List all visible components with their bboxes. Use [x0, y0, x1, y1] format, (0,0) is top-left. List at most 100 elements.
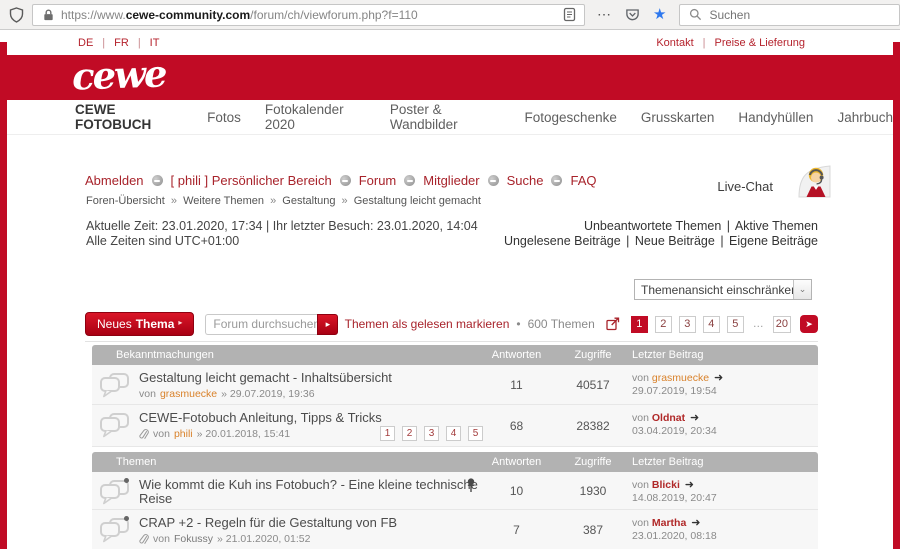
- browser-search-box[interactable]: [679, 4, 900, 26]
- url-bar[interactable]: https://www.cewe-community.com/forum/ch/…: [32, 4, 585, 26]
- reader-mode-icon[interactable]: [563, 7, 576, 22]
- menu-mitglieder[interactable]: Mitglieder: [423, 173, 479, 188]
- mini-page-5[interactable]: 5: [468, 426, 483, 441]
- unread-marker-icon: [124, 516, 129, 521]
- mini-page-3[interactable]: 3: [424, 426, 439, 441]
- topics-table: Themen Antworten Zugriffe Letzter Beitra…: [92, 452, 818, 549]
- pocket-icon[interactable]: [625, 7, 640, 22]
- mini-page-4[interactable]: 4: [446, 426, 461, 441]
- unread-marker-icon: [124, 478, 129, 483]
- new-topic-button[interactable]: Neues Thema ▸: [85, 312, 194, 336]
- live-chat[interactable]: Live-Chat: [717, 162, 832, 198]
- main-navigation: CEWE FOTOBUCH Fotos Fotokalender 2020 Po…: [7, 100, 893, 135]
- lang-fr[interactable]: FR: [114, 37, 129, 49]
- menu-suche[interactable]: Suche: [507, 173, 544, 188]
- breadcrumb-gestaltung[interactable]: Gestaltung: [282, 195, 335, 207]
- tracking-shield-icon[interactable]: [9, 7, 24, 23]
- menu-faq[interactable]: FAQ: [570, 173, 596, 188]
- external-link-icon[interactable]: [606, 317, 620, 331]
- nav-fotokalender[interactable]: Fotokalender 2020: [265, 102, 366, 132]
- topic-view-filter-select[interactable]: Themenansicht einschränken... ⌄: [634, 279, 812, 300]
- views-count: 387: [554, 510, 632, 549]
- last-post-date: 14.08.2019, 20:47: [632, 492, 818, 505]
- cewe-logo[interactable]: cewe: [71, 51, 166, 98]
- session-times: Aktuelle Zeit: 23.01.2020, 17:34 | Ihr l…: [86, 219, 478, 249]
- goto-last-post-icon[interactable]: ➜: [714, 372, 723, 384]
- page-3-button[interactable]: 3: [679, 316, 696, 333]
- views-count: 40517: [554, 365, 632, 404]
- forum-search-input[interactable]: [205, 314, 317, 335]
- menu-forum[interactable]: Forum: [359, 173, 397, 188]
- last-post-author-link[interactable]: Oldnat: [652, 412, 685, 424]
- lang-de[interactable]: DE: [78, 37, 93, 49]
- last-post-author-link[interactable]: grasmuecke: [652, 372, 709, 384]
- goto-last-post-icon[interactable]: ➜: [690, 412, 699, 424]
- mini-page-1[interactable]: 1: [380, 426, 395, 441]
- author-link[interactable]: Fokussy: [174, 533, 213, 545]
- page-actions-icon[interactable]: ⋯: [597, 6, 612, 23]
- mark-topics-read-link[interactable]: Themen als gelesen markieren: [345, 317, 510, 331]
- attachment-icon: [139, 534, 149, 545]
- page-1-button[interactable]: 1: [631, 316, 648, 333]
- link-aktive-themen[interactable]: Aktive Themen: [735, 219, 818, 233]
- kontakt-link[interactable]: Kontakt: [656, 37, 693, 49]
- nav-grusskarten[interactable]: Grusskarten: [641, 110, 715, 125]
- menu-separator-icon: [404, 175, 415, 186]
- lang-it[interactable]: IT: [150, 37, 160, 49]
- link-neue-beitraege[interactable]: Neue Beiträge: [635, 234, 715, 248]
- chevron-down-icon: ⌄: [793, 280, 811, 299]
- breadcrumb-foren-uebersicht[interactable]: Foren-Übersicht: [86, 195, 165, 207]
- topic-bubbles-icon: [100, 518, 130, 549]
- goto-last-post-icon[interactable]: ➜: [691, 517, 700, 529]
- forum-search: ▸: [205, 314, 338, 335]
- forum-actions-bar: Neues Thema ▸ ▸ Themen als gelesen marki…: [85, 311, 818, 337]
- lock-icon[interactable]: [42, 8, 55, 22]
- author-link[interactable]: phili: [174, 428, 193, 440]
- next-page-button[interactable]: ➤: [800, 315, 818, 333]
- brand-banner: cewe: [0, 55, 900, 100]
- page-2-button[interactable]: 2: [655, 316, 672, 333]
- link-eigene-beitraege[interactable]: Eigene Beiträge: [729, 234, 818, 248]
- nav-cewe-fotobuch[interactable]: CEWE FOTOBUCH: [75, 102, 183, 132]
- breadcrumb-weitere-themen[interactable]: Weitere Themen: [183, 195, 264, 207]
- url-domain: cewe-community.com: [126, 8, 250, 22]
- link-ungelesene-beitraege[interactable]: Ungelesene Beiträge: [504, 234, 621, 248]
- last-post-date: 29.07.2019, 19:54: [632, 385, 818, 398]
- nav-jahrbuch[interactable]: Jahrbuch: [837, 110, 893, 125]
- topic-title-link[interactable]: Gestaltung leicht gemacht - Inhaltsübers…: [139, 371, 392, 385]
- page-4-button[interactable]: 4: [703, 316, 720, 333]
- goto-last-post-icon[interactable]: ➜: [685, 479, 694, 491]
- replies-count: 10: [479, 472, 554, 509]
- nav-handyhuellen[interactable]: Handyhüllen: [738, 110, 813, 125]
- menu-abmelden[interactable]: Abmelden: [85, 173, 144, 188]
- nav-fotos[interactable]: Fotos: [207, 110, 241, 125]
- topic-title-link[interactable]: Wie kommt die Kuh ins Fotobuch? - Eine k…: [139, 478, 479, 506]
- table-row: CEWE-Fotobuch Anleitung, Tipps & Tricks …: [92, 405, 818, 447]
- nav-poster-wandbilder[interactable]: Poster & Wandbilder: [390, 102, 501, 132]
- browser-search-input[interactable]: [709, 8, 869, 22]
- last-post-author-link[interactable]: Blicki: [652, 479, 680, 491]
- link-unbeantwortete-themen[interactable]: Unbeantwortete Themen: [584, 219, 721, 233]
- topic-mini-pagination: 1 2 3 4 5: [380, 426, 483, 441]
- live-chat-label: Live-Chat: [717, 179, 773, 194]
- bookmark-star-icon[interactable]: ★: [653, 7, 666, 22]
- nav-fotogeschenke[interactable]: Fotogeschenke: [525, 110, 617, 125]
- search-icon: [689, 8, 702, 21]
- author-link[interactable]: grasmuecke: [160, 388, 217, 400]
- last-post-author-link[interactable]: Martha: [652, 517, 686, 529]
- topic-bubbles-icon: [100, 373, 130, 404]
- topic-count: 600 Themen: [528, 317, 595, 331]
- views-count: 1930: [554, 472, 632, 509]
- replies-count: 68: [479, 405, 554, 446]
- forum-search-submit-button[interactable]: ▸: [317, 314, 338, 335]
- topic-title-link[interactable]: CEWE-Fotobuch Anleitung, Tipps & Tricks: [139, 411, 382, 425]
- menu-persoenlicher-bereich[interactable]: [ phili ] Persönlicher Bereich: [171, 173, 332, 188]
- topic-title-link[interactable]: CRAP +2 - Regeln für die Gestaltung von …: [139, 516, 397, 530]
- live-chat-agent-icon: [786, 162, 832, 198]
- breadcrumb-current[interactable]: Gestaltung leicht gemacht: [354, 195, 481, 207]
- section-divider: [85, 341, 818, 342]
- page-20-button[interactable]: 20: [773, 316, 791, 333]
- page-5-button[interactable]: 5: [727, 316, 744, 333]
- mini-page-2[interactable]: 2: [402, 426, 417, 441]
- preise-lieferung-link[interactable]: Preise & Lieferung: [715, 37, 806, 49]
